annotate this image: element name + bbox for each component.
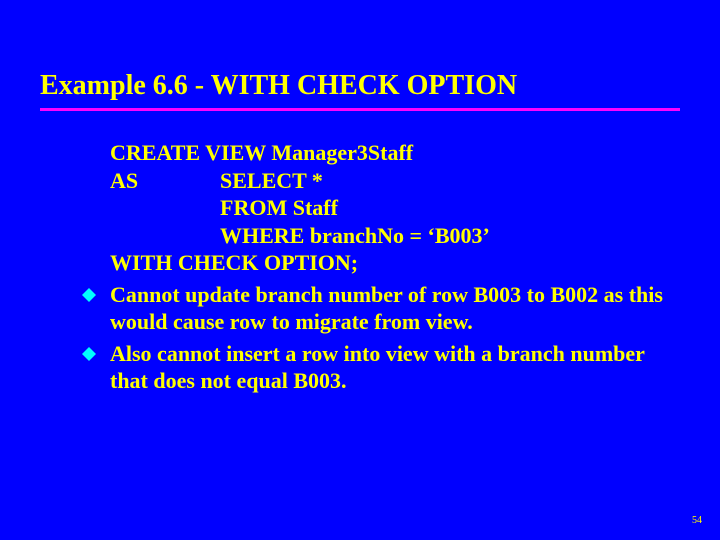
slide-title: Example 6.6 - WITH CHECK OPTION (40, 70, 680, 111)
code-line: WHERE branchNo = ‘B003’ (110, 222, 680, 250)
code-line: CREATE VIEW Manager3Staff (110, 139, 680, 167)
page-number: 54 (692, 515, 702, 526)
code-line: ASSELECT * (110, 167, 680, 195)
code-line: FROM Staff (110, 194, 680, 222)
diamond-bullet-icon (82, 347, 106, 361)
bullet-item: Also cannot insert a row into view with … (110, 340, 680, 395)
diamond-bullet-icon (82, 288, 106, 302)
bullet-item: Cannot update branch number of row B003 … (110, 281, 680, 336)
slide: Example 6.6 - WITH CHECK OPTION CREATE V… (0, 0, 720, 540)
bullet-list: Cannot update branch number of row B003 … (110, 281, 680, 395)
bullet-text: Cannot update branch number of row B003 … (110, 281, 680, 336)
code-line: WITH CHECK OPTION; (110, 249, 680, 277)
sql-code-block: CREATE VIEW Manager3Staff ASSELECT * FRO… (110, 139, 680, 277)
slide-body: CREATE VIEW Manager3Staff ASSELECT * FRO… (40, 139, 680, 395)
bullet-text: Also cannot insert a row into view with … (110, 340, 680, 395)
